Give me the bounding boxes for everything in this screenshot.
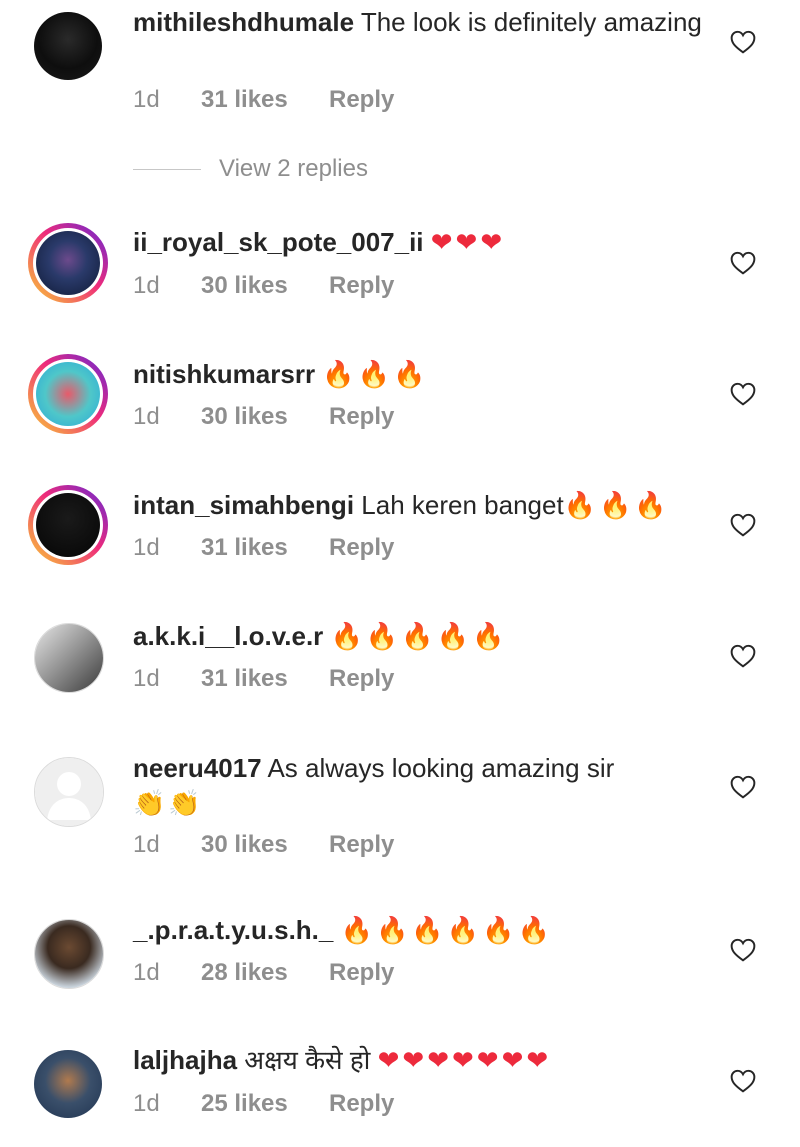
reply-button[interactable]: Reply <box>329 402 394 432</box>
comment-username[interactable]: intan_simahbengi <box>133 490 354 520</box>
comment-text: nitishkumarsrr 🔥🔥🔥 <box>133 357 703 393</box>
comment-emoji: ❤❤❤ <box>430 228 506 258</box>
comment-text: intan_simahbengi Lah keren banget🔥🔥🔥 <box>133 488 703 524</box>
comment-text: mithileshdhumale The look is definitely … <box>133 5 703 40</box>
comment-text: neeru4017 As always looking amazing sir … <box>133 751 703 822</box>
heart-icon[interactable] <box>730 251 756 275</box>
reply-button[interactable]: Reply <box>329 1089 394 1119</box>
avatar[interactable] <box>28 6 108 86</box>
comment-time: 1d <box>133 403 160 430</box>
comment-username[interactable]: ii_royal_sk_pote_007_ii <box>133 227 424 257</box>
comment-username[interactable]: mithileshdhumale <box>133 7 354 37</box>
comment-meta: 1d 28 likes Reply <box>133 958 394 988</box>
reply-button[interactable]: Reply <box>329 958 394 988</box>
comment-emoji: 🔥🔥🔥 <box>563 491 670 521</box>
comment-username[interactable]: _.p.r.a.t.y.u.s.h._ <box>133 915 333 945</box>
reply-button[interactable]: Reply <box>329 85 394 115</box>
comment-emoji: 👏👏 <box>133 789 204 819</box>
divider-line <box>133 169 201 171</box>
comment-meta: 1d 25 likes Reply <box>133 1089 394 1119</box>
comment-body: अक्षय कैसे हो <box>244 1045 371 1075</box>
comment-likes[interactable]: 30 likes <box>201 402 329 432</box>
comment-time: 1d <box>133 959 160 986</box>
avatar[interactable] <box>28 617 108 697</box>
comment-body: As always looking amazing sir <box>267 753 615 783</box>
heart-icon[interactable] <box>730 644 756 668</box>
heart-icon[interactable] <box>730 513 756 537</box>
comment-time: 1d <box>133 1090 160 1117</box>
avatar[interactable] <box>28 354 108 434</box>
reply-button[interactable]: Reply <box>329 271 394 301</box>
comment-username[interactable]: nitishkumarsrr <box>133 359 315 389</box>
comment-likes[interactable]: 31 likes <box>201 533 329 563</box>
comment-meta: 1d 30 likes Reply <box>133 830 394 860</box>
comment-username[interactable]: laljhajha <box>133 1045 237 1075</box>
comment-emoji: 🔥🔥🔥 <box>322 360 429 390</box>
comment-username[interactable]: neeru4017 <box>133 753 262 783</box>
comment-time: 1d <box>133 831 160 858</box>
comment-likes[interactable]: 30 likes <box>201 271 329 301</box>
heart-icon[interactable] <box>730 1069 756 1093</box>
comment-time: 1d <box>133 86 160 113</box>
comment-likes[interactable]: 30 likes <box>201 830 329 860</box>
comment-username[interactable]: a.k.k.i__l.o.v.e.r <box>133 621 323 651</box>
comment-emoji: 🔥🔥🔥🔥🔥 <box>330 622 508 652</box>
comment-meta: 1d 31 likes Reply <box>133 85 394 115</box>
comment-likes[interactable]: 25 likes <box>201 1089 329 1119</box>
comment-body: Lah keren banget <box>361 490 564 520</box>
comment-text: laljhajha अक्षय कैसे हो ❤❤❤❤❤❤❤ <box>133 1043 703 1079</box>
avatar[interactable] <box>28 1044 108 1124</box>
heart-icon[interactable] <box>730 30 756 54</box>
comment-text: ii_royal_sk_pote_007_ii ❤❤❤ <box>133 225 703 261</box>
comment-time: 1d <box>133 272 160 299</box>
comment-likes[interactable]: 31 likes <box>201 85 329 115</box>
view-replies-button[interactable]: View 2 replies <box>133 154 368 184</box>
comment-body: The look is definitely amazing <box>360 7 702 37</box>
comment-likes[interactable]: 28 likes <box>201 958 329 988</box>
heart-icon[interactable] <box>730 775 756 799</box>
avatar[interactable] <box>28 913 108 993</box>
comment-emoji: 🔥🔥🔥🔥🔥🔥 <box>340 916 553 946</box>
avatar[interactable] <box>28 223 108 303</box>
comment-meta: 1d 31 likes Reply <box>133 664 394 694</box>
comment-time: 1d <box>133 665 160 692</box>
comment-meta: 1d 31 likes Reply <box>133 533 394 563</box>
avatar[interactable] <box>28 485 108 565</box>
heart-icon[interactable] <box>730 938 756 962</box>
comment-emoji: ❤❤❤❤❤❤❤ <box>377 1046 552 1076</box>
view-replies-label: View 2 replies <box>219 155 368 182</box>
default-avatar-icon <box>35 758 103 826</box>
comment-text: a.k.k.i__l.o.v.e.r 🔥🔥🔥🔥🔥 <box>133 619 703 655</box>
avatar[interactable] <box>28 751 108 831</box>
comment-text: _.p.r.a.t.y.u.s.h._ 🔥🔥🔥🔥🔥🔥 <box>133 913 703 949</box>
comment-meta: 1d 30 likes Reply <box>133 402 394 432</box>
reply-button[interactable]: Reply <box>329 533 394 563</box>
reply-button[interactable]: Reply <box>329 664 394 694</box>
comment-meta: 1d 30 likes Reply <box>133 271 394 301</box>
heart-icon[interactable] <box>730 382 756 406</box>
comment-time: 1d <box>133 534 160 561</box>
reply-button[interactable]: Reply <box>329 830 394 860</box>
comment-likes[interactable]: 31 likes <box>201 664 329 694</box>
